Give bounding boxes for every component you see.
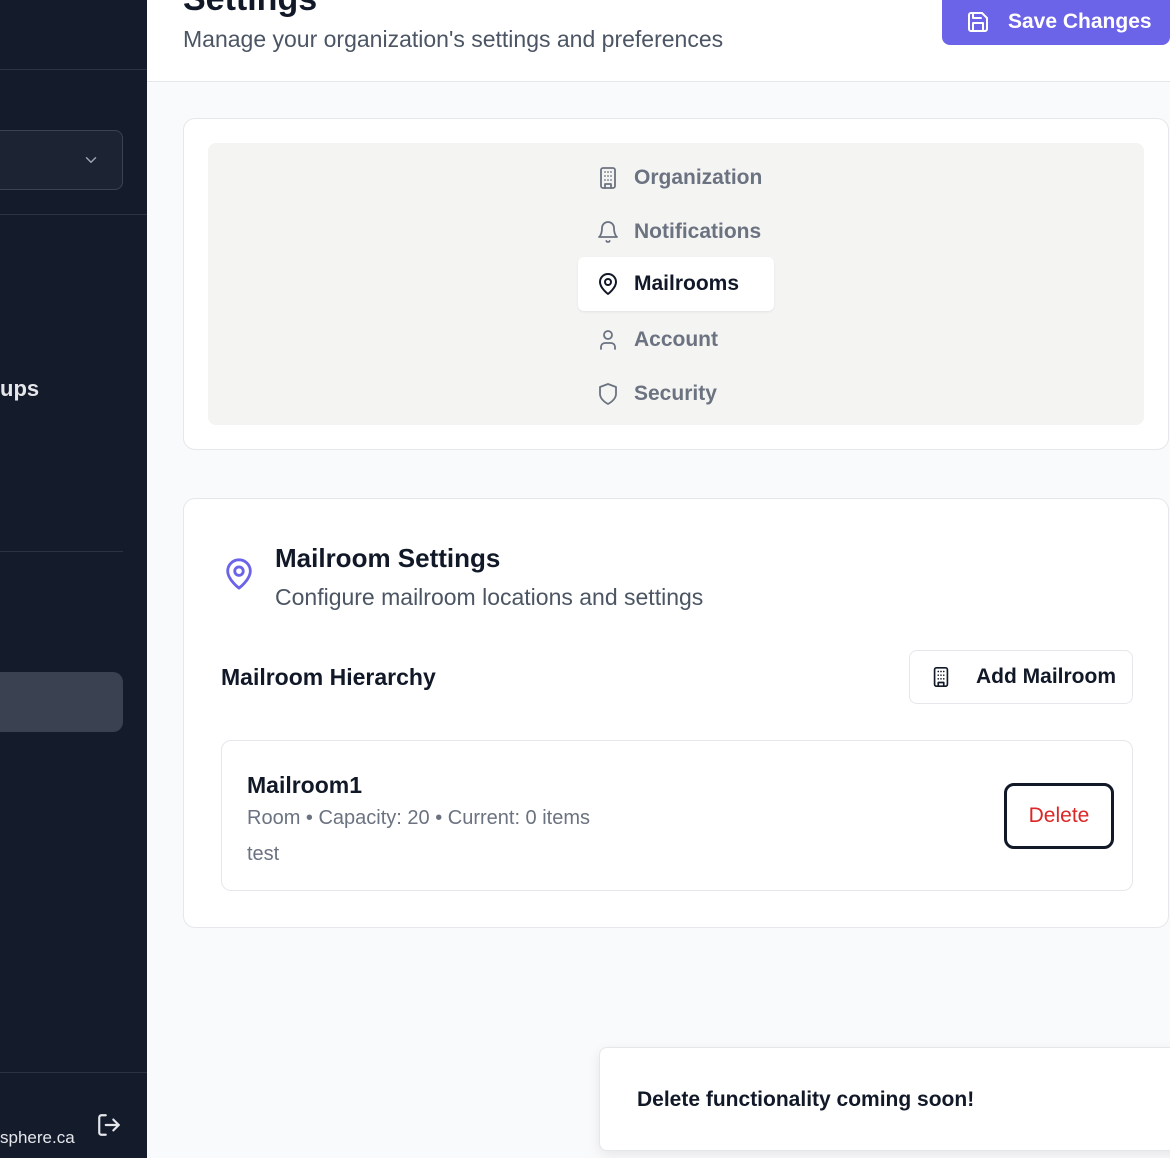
toast-message: Delete functionality coming soon! (637, 1088, 975, 1111)
section-description: Configure mailroom locations and setting… (275, 584, 704, 610)
user-email: sphere.ca (0, 1128, 75, 1147)
page-header: Settings Manage your organization's sett… (147, 0, 1170, 82)
toast-notification: Delete functionality coming soon! (599, 1047, 1170, 1151)
chevron-down-icon (85, 157, 97, 163)
building-icon (600, 167, 616, 189)
page-title: Settings (183, 0, 317, 19)
sidebar: ups sphere.ca (0, 0, 147, 1158)
tab-organization[interactable]: Organization (578, 151, 774, 205)
section-title: Mailroom Settings (275, 543, 501, 573)
map-pin-icon (599, 273, 617, 295)
mailroom-settings-card: Mailroom Settings Configure mailroom loc… (183, 498, 1169, 928)
building-icon (933, 667, 949, 687)
save-icon (968, 11, 988, 32)
hierarchy-heading: Mailroom Hierarchy (221, 664, 436, 690)
tab-mailrooms[interactable]: Mailrooms (578, 257, 774, 311)
add-mailroom-label: Add Mailroom (976, 665, 1116, 688)
tab-notifications[interactable]: Notifications (578, 205, 774, 259)
settings-tabs: Organization Notifications Mailrooms Acc… (208, 143, 1144, 425)
mailroom-note: test (247, 843, 280, 865)
add-mailroom-button[interactable]: Add Mailroom (909, 650, 1133, 704)
settings-tabs-card: Organization Notifications Mailrooms Acc… (183, 118, 1169, 450)
sidebar-divider (0, 214, 147, 215)
sidebar-divider (0, 1072, 147, 1073)
save-changes-label: Save Changes (1008, 9, 1152, 33)
tab-label: Account (634, 328, 718, 351)
map-pin-icon (226, 558, 252, 590)
tab-label: Notifications (634, 220, 762, 243)
tab-label: Mailrooms (634, 272, 740, 295)
mailroom-list-item: Mailroom1 Room • Capacity: 20 • Current:… (221, 740, 1133, 891)
sidebar-divider (0, 551, 123, 552)
tab-account[interactable]: Account (578, 313, 774, 367)
delete-mailroom-button[interactable]: Delete (1004, 783, 1114, 849)
save-changes-button[interactable]: Save Changes (942, 0, 1170, 45)
delete-label: Delete (1028, 804, 1090, 827)
mailroom-meta: Room • Capacity: 20 • Current: 0 items (247, 807, 591, 829)
page-subtitle: Manage your organization's settings and … (183, 26, 724, 52)
sidebar-nav-label[interactable]: ups (0, 376, 39, 402)
sidebar-divider (0, 69, 147, 70)
tab-label: Organization (634, 166, 763, 189)
sidebar-item-active[interactable] (0, 672, 123, 732)
tab-security[interactable]: Security (578, 367, 774, 421)
user-icon (600, 330, 616, 350)
shield-icon (599, 383, 617, 405)
mailroom-name: Mailroom1 (247, 772, 363, 798)
tab-label: Security (634, 382, 717, 405)
logout-icon[interactable] (96, 1112, 122, 1138)
bell-icon (598, 221, 618, 243)
organization-selector[interactable] (0, 130, 123, 190)
